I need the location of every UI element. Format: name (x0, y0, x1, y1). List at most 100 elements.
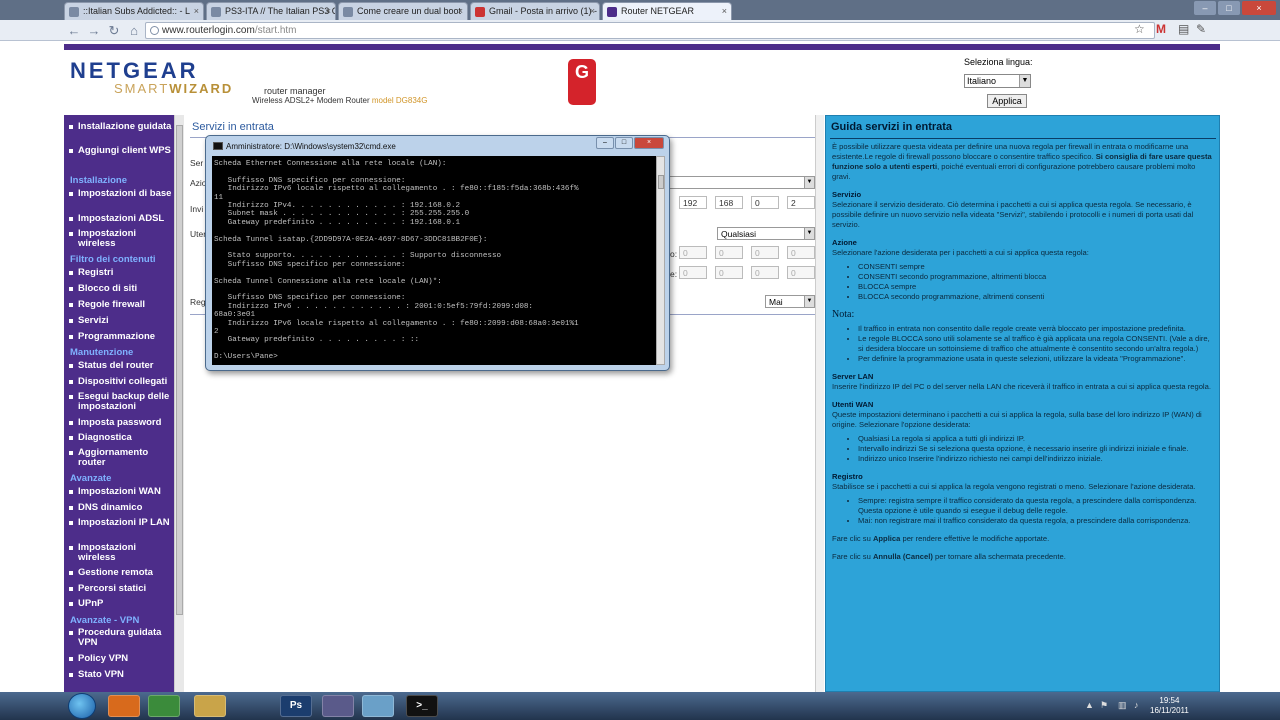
sidebar-item[interactable]: Diagnostica (64, 433, 172, 443)
sidebar-item[interactable]: Dispositivi collegati (64, 377, 172, 387)
start-ip-octet-1[interactable]: 0 (679, 246, 707, 259)
browser-tab-active[interactable]: Router NETGEAR × (602, 2, 732, 20)
sidebar-item[interactable]: Blocco di siti (64, 284, 172, 294)
firefox-icon[interactable] (108, 695, 140, 717)
gmail-extension-icon[interactable]: M (1156, 22, 1166, 36)
sidebar-item[interactable]: Impostazioni WAN (64, 487, 172, 497)
sidebar-item[interactable]: Impostazioni wireless (64, 229, 172, 249)
editor-icon[interactable] (362, 695, 394, 717)
sidebar-item[interactable]: DNS dinamico (64, 503, 172, 513)
sidebar-item[interactable]: Programmazione (64, 332, 172, 342)
wireless-g-badge-icon: G (568, 59, 596, 105)
tab-close-icon[interactable]: × (458, 6, 463, 16)
sidebar-item[interactable]: Installazione guidata (64, 122, 172, 132)
action-select[interactable]: ▼ (669, 176, 815, 189)
cmd-icon[interactable]: >_ (406, 695, 438, 717)
start-ip-octet-2[interactable]: 0 (715, 246, 743, 259)
scrollbar-thumb[interactable] (658, 175, 664, 189)
tray-arrow-icon[interactable]: ▲ (1085, 700, 1094, 710)
tray-network-icon[interactable]: ▥ (1118, 700, 1127, 711)
save-icon[interactable] (322, 695, 354, 717)
sidebar-item[interactable]: Procedura guidata VPN (64, 628, 172, 648)
sidebar-item[interactable]: Imposta password (64, 418, 172, 428)
sidebar-item[interactable]: Impostazioni wireless (64, 543, 172, 563)
tab-close-icon[interactable]: × (194, 6, 199, 16)
sidebar-item[interactable]: Aggiungi client WPS (64, 146, 172, 156)
tab-close-icon[interactable]: × (590, 6, 595, 16)
end-ip-octet-3[interactable]: 0 (751, 266, 779, 279)
model-number: DG834G (395, 96, 428, 105)
lan-ip-octet-3[interactable]: 0 (751, 196, 779, 209)
scrollbar-thumb[interactable] (176, 125, 183, 615)
sidebar-section-heading: Manutenzione (70, 347, 134, 358)
sidebar-item[interactable]: Servizi (64, 316, 172, 326)
reload-icon[interactable]: ↻ (106, 23, 122, 39)
window-controls: – □ × (1194, 1, 1276, 15)
sidebar-item[interactable]: Regole firewall (64, 300, 172, 310)
taskbar-clock[interactable]: 19:54 16/11/2011 (1150, 696, 1189, 716)
maximize-icon[interactable]: □ (615, 137, 633, 149)
sidebar-item[interactable]: Impostazioni di base (64, 189, 172, 199)
forward-icon[interactable]: → (86, 23, 102, 39)
star-icon[interactable]: ☆ (1134, 22, 1145, 36)
page-menu-icon[interactable]: ▤ (1178, 22, 1189, 36)
end-ip-octet-4[interactable]: 0 (787, 266, 815, 279)
lan-ip-octet-2[interactable]: 168 (715, 196, 743, 209)
sidebar-item[interactable]: Registri (64, 268, 172, 278)
lan-ip-octet-4[interactable]: 2 (787, 196, 815, 209)
tab-close-icon[interactable]: × (326, 6, 331, 16)
photoshop-icon[interactable]: Ps (280, 695, 312, 717)
cmd-window[interactable]: Amministratore: D:\Windows\system32\cmd.… (205, 135, 670, 371)
tray-flag-icon[interactable]: ⚑ (1100, 700, 1108, 711)
wrench-icon[interactable]: ✎ (1196, 22, 1206, 36)
sidebar-item[interactable]: UPnP (64, 599, 172, 609)
sidebar-item[interactable]: Policy VPN (64, 654, 172, 664)
back-icon[interactable]: ← (66, 23, 82, 39)
tab-close-icon[interactable]: × (722, 6, 727, 16)
sidebar-item[interactable]: Stato VPN (64, 670, 172, 680)
apply-language-button[interactable]: Applica (987, 94, 1027, 108)
end-ip-octet-2[interactable]: 0 (715, 266, 743, 279)
log-select[interactable]: Mai ▼ (765, 295, 815, 308)
help-annulla-bold: Annulla (Cancel) (872, 552, 933, 561)
close-window-icon[interactable]: × (1242, 1, 1276, 15)
sidebar-item[interactable]: Impostazioni IP LAN (64, 518, 172, 528)
wan-users-select[interactable]: Qualsiasi ▼ (717, 227, 815, 240)
lan-ip-octet-1[interactable]: 192 (679, 196, 707, 209)
browser-tab[interactable]: Gmail - Posta in arrivo (1) - × (470, 2, 600, 20)
content-scrollbar[interactable] (815, 115, 824, 692)
sidebar-item[interactable]: Gestione remota (64, 568, 172, 578)
help-annulla-pre: Fare clic su (832, 552, 873, 561)
list-item: Intervallo indirizzi Se si seleziona que… (858, 444, 1214, 454)
explorer-icon[interactable] (194, 695, 226, 717)
start-ip-octet-4[interactable]: 0 (787, 246, 815, 259)
sidebar-item[interactable]: Impostazioni ADSL (64, 214, 172, 224)
browser-tab[interactable]: Come creare un dual boot × (338, 2, 468, 20)
start-ip-octet-3[interactable]: 0 (751, 246, 779, 259)
tab-favicon-icon (475, 7, 485, 17)
sidebar-item[interactable]: Aggiornamento router (64, 448, 172, 468)
home-icon[interactable]: ⌂ (126, 23, 142, 39)
address-bar[interactable]: www.routerlogin.com/start.htm (145, 22, 1155, 39)
browser-tab[interactable]: ::Italian Subs Addicted:: - L × (64, 2, 204, 20)
list-item: Qualsiasi La regola si applica a tutti g… (858, 434, 1214, 444)
language-select[interactable]: Italiano ▼ (964, 74, 1031, 88)
browser-tab[interactable]: PS3-ITA // The Italian PS3 C × (206, 2, 336, 20)
minimize-icon[interactable]: – (596, 137, 614, 149)
console-line: Scheda Ethernet Connessione alla rete lo… (214, 160, 447, 168)
url-path: /start.htm (254, 25, 297, 36)
cmd-scrollbar[interactable] (656, 156, 665, 365)
start-button-icon[interactable] (68, 693, 96, 719)
tray-volume-icon[interactable]: ♪ (1134, 700, 1139, 710)
end-ip-octet-1[interactable]: 0 (679, 266, 707, 279)
chrome-icon[interactable] (148, 695, 180, 717)
sidebar-scrollbar[interactable] (174, 115, 184, 692)
sidebar-item[interactable]: Percorsi statici (64, 584, 172, 594)
cmd-window-title: Amministratore: D:\Windows\system32\cmd.… (226, 142, 396, 151)
minimize-icon[interactable]: – (1194, 1, 1216, 15)
maximize-icon[interactable]: □ (1218, 1, 1240, 15)
close-window-icon[interactable]: × (634, 137, 664, 149)
sidebar-item[interactable]: Esegui backup delle impostazioni (64, 392, 172, 412)
cmd-console-output[interactable]: Scheda Ethernet Connessione alla rete lo… (212, 156, 656, 365)
sidebar-item[interactable]: Status del router (64, 361, 172, 371)
